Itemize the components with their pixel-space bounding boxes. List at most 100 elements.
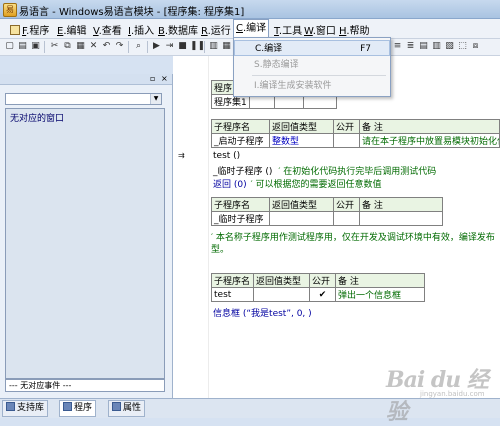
return-type-cell[interactable]: [269, 211, 334, 226]
program-icon: [63, 402, 72, 411]
current-line-marker-icon: ⇉: [178, 151, 185, 160]
table-header-cell: 备 注: [359, 119, 500, 134]
subroutine-name-cell[interactable]: test: [211, 287, 254, 302]
pin-icon[interactable]: ▫: [150, 74, 155, 84]
copy-icon[interactable]: ⧉: [62, 41, 73, 52]
menu-database[interactable]: B.数据库: [156, 22, 200, 37]
public-checkmark-icon[interactable]: ✔: [309, 287, 336, 302]
compile-dropdown-menu: C.编译 F7 S.静态编译 I.编译生成安装软件: [233, 37, 391, 97]
code-line[interactable]: test (): [213, 151, 240, 161]
format-icon[interactable]: ▤: [418, 41, 429, 52]
library-icon: [6, 402, 15, 411]
code-comment: ′ 可以根据您的需要返回任意数值: [250, 180, 382, 190]
stop-icon[interactable]: ■: [177, 41, 188, 52]
title-bar: 易 易语言 - Windows易语言模块 - [程序集: 程序集1]: [0, 0, 500, 19]
app-logo-icon: 易: [3, 3, 17, 17]
resize-icon[interactable]: ⬚: [457, 41, 468, 52]
toolbar-divider: [204, 41, 205, 53]
subroutine-name-cell[interactable]: _启动子程序: [211, 133, 270, 148]
menu-item-static-compile[interactable]: S.静态编译: [234, 57, 390, 73]
table-header-cell: 子程序名: [211, 119, 270, 134]
editor-gutter: [173, 56, 209, 398]
table-header-cell: 返回值类型: [269, 197, 334, 212]
open-folder-icon[interactable]: ▤: [17, 41, 28, 52]
window-layout-icon[interactable]: ▥: [208, 41, 219, 52]
event-select[interactable]: --- 无对应事件 ---: [5, 379, 165, 392]
code-line[interactable]: 返回 (0) ′ 可以根据您的需要返回任意数值: [213, 177, 382, 190]
table-header-cell: 公开: [333, 119, 360, 134]
menu-view[interactable]: V.查看: [91, 22, 124, 37]
layout-alt-icon[interactable]: ▧: [444, 41, 455, 52]
table-header-cell: 公开: [309, 273, 336, 288]
layout-icon[interactable]: ▥: [431, 41, 442, 52]
menu-insert[interactable]: I.插入: [126, 22, 156, 37]
save-icon[interactable]: ▣: [30, 41, 41, 52]
window-title: 易语言 - Windows易语言模块 - [程序集: 程序集1]: [19, 7, 245, 18]
public-cell[interactable]: [333, 133, 360, 148]
menu-bar: F.程序 E.编辑 V.查看 I.插入 B.数据库 R.运行 C.编译 T.工具…: [0, 19, 500, 39]
note-cell[interactable]: [359, 211, 443, 226]
public-cell[interactable]: [333, 211, 360, 226]
menu-run[interactable]: R.运行: [199, 22, 233, 37]
panel-close-button[interactable]: ×: [161, 74, 168, 84]
window-select[interactable]: ▼: [5, 93, 162, 105]
undo-icon[interactable]: ↶: [101, 41, 112, 52]
grid-icon[interactable]: ▦: [221, 41, 232, 52]
code-line[interactable]: _临时子程序 () ′ 在初始化代码执行完毕后调用测试代码: [213, 164, 436, 177]
subroutine-table: 子程序名 返回值类型 公开 备 注 _临时子程序: [211, 197, 443, 226]
window-list[interactable]: 无对应的窗口: [5, 108, 165, 379]
tab-support-library[interactable]: 支持库: [2, 400, 49, 417]
new-file-icon[interactable]: ▢: [4, 41, 15, 52]
chevron-down-icon[interactable]: ▼: [150, 94, 161, 104]
menu-edit[interactable]: E.编辑: [55, 22, 89, 37]
code-comment[interactable]: 型。: [211, 242, 229, 255]
note-cell[interactable]: 请在本子程序中放置易模块初始化代: [359, 133, 500, 148]
panel-header: ▫ ×: [0, 74, 172, 85]
table-header-cell: 子程序名: [211, 197, 270, 212]
program-menu-icon: [10, 25, 20, 35]
find-icon[interactable]: ⌕: [133, 41, 144, 52]
code-comment[interactable]: ′ 本名称子程序用作测试程序用，仅在开发及调试环境中有效，编译发布: [211, 230, 495, 243]
run-icon[interactable]: ▶: [151, 41, 162, 52]
paste-icon[interactable]: ▦: [75, 41, 86, 52]
subroutine-table: 子程序名 返回值类型 公开 备 注 _启动子程序 整数型 请在本子程序中放置易模…: [211, 119, 500, 148]
menu-tools[interactable]: T.工具: [272, 22, 304, 37]
align-center-icon[interactable]: ≣: [405, 41, 416, 52]
menu-item-build-installer[interactable]: I.编译生成安装软件: [234, 78, 390, 94]
align-icon[interactable]: ≡: [392, 41, 403, 52]
return-type-cell[interactable]: [253, 287, 310, 302]
order-icon[interactable]: ⧈: [470, 41, 481, 52]
menu-item-compile[interactable]: C.编译 F7: [234, 40, 390, 56]
pause-icon[interactable]: ❚❚: [190, 41, 205, 52]
tab-properties[interactable]: 属性: [108, 400, 146, 417]
subroutine-name-cell[interactable]: _临时子程序: [211, 211, 270, 226]
menu-program[interactable]: F.程序: [8, 22, 51, 37]
table-header-cell: 返回值类型: [253, 273, 310, 288]
left-panel: ▫ × ▼ 无对应的窗口 --- 无对应事件 ---: [0, 74, 173, 399]
tab-program[interactable]: 程序: [59, 400, 97, 417]
toolbar-divider: [147, 41, 148, 53]
code-comment: ′ 在初始化代码执行完毕后调用测试代码: [278, 167, 437, 177]
toolbar-divider: [128, 41, 129, 53]
delete-icon[interactable]: ✕: [88, 41, 99, 52]
return-type-cell[interactable]: 整数型: [269, 133, 334, 148]
step-icon[interactable]: ⇥: [164, 41, 175, 52]
menu-compile[interactable]: C.编译: [233, 19, 270, 38]
bottom-tab-bar: 支持库 程序 属性: [0, 398, 500, 418]
menu-help[interactable]: H.帮助: [337, 22, 372, 37]
table-header-cell: 子程序名: [211, 273, 254, 288]
menu-window[interactable]: W.窗口: [302, 22, 338, 37]
toolbar-divider: [44, 41, 45, 53]
list-item[interactable]: 无对应的窗口: [10, 111, 64, 124]
table-header-cell: 备 注: [359, 197, 443, 212]
cut-icon[interactable]: ✂: [49, 41, 60, 52]
watermark-url: jingyan.baidu.com: [420, 390, 485, 398]
menu-separator: [252, 75, 386, 76]
table-header-cell: 公开: [333, 197, 360, 212]
redo-icon[interactable]: ↷: [114, 41, 125, 52]
baidu-watermark-logo: Bai du 经验: [386, 367, 489, 425]
code-call: _临时子程序 (): [213, 167, 273, 177]
subroutine-table: 子程序名 返回值类型 公开 备 注 test ✔ 弹出一个信息框: [211, 273, 425, 302]
note-cell[interactable]: 弹出一个信息框: [335, 287, 425, 302]
code-line[interactable]: 信息框 (“我是test”, 0, ): [213, 306, 312, 319]
